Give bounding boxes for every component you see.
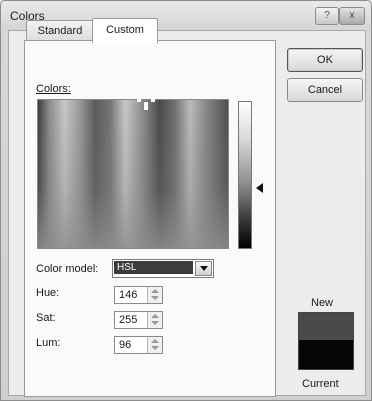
new-color-swatch [299, 313, 353, 340]
color-preview [298, 312, 354, 370]
spin-up-icon[interactable] [151, 289, 159, 293]
new-color-label: New [311, 297, 334, 309]
hue-value: 146 [119, 289, 138, 301]
sat-value: 255 [119, 314, 138, 326]
spin-up-icon[interactable] [151, 339, 159, 343]
hue-spinner[interactable] [147, 287, 162, 303]
color-model-value: HSL [114, 261, 193, 274]
lum-label: Lum: [36, 337, 61, 349]
lum-input[interactable]: 96 [114, 336, 163, 354]
hue-input[interactable]: 146 [114, 286, 163, 304]
spin-down-icon[interactable] [151, 296, 159, 300]
current-color-label: Current [302, 378, 339, 390]
colors-label-text: Colors: [36, 83, 71, 95]
sat-spinner[interactable] [147, 312, 162, 328]
spin-down-icon[interactable] [151, 346, 159, 350]
current-color-swatch [299, 340, 353, 369]
close-button[interactable]: x [339, 7, 365, 25]
tab-custom[interactable]: Custom [92, 18, 158, 43]
lum-spinner[interactable] [147, 337, 162, 353]
spin-up-icon[interactable] [151, 314, 159, 318]
tab-standard[interactable]: Standard [26, 20, 94, 41]
color-model-label: Color model: [36, 263, 99, 275]
help-button[interactable]: ? [315, 7, 339, 25]
ok-button[interactable]: OK [287, 48, 363, 72]
colors-label: Colors: [36, 83, 71, 95]
color-spectrum[interactable] [37, 99, 229, 249]
color-crosshair-icon[interactable] [137, 98, 155, 110]
cancel-button[interactable]: Cancel [287, 78, 363, 102]
sat-input[interactable]: 255 [114, 311, 163, 329]
spin-down-icon[interactable] [151, 321, 159, 325]
chevron-down-icon[interactable] [195, 261, 212, 276]
close-icon: x [349, 10, 355, 21]
lum-value: 96 [119, 339, 132, 351]
luminosity-slider-arrow-icon[interactable] [256, 183, 263, 194]
help-icon: ? [324, 10, 330, 21]
luminosity-bar[interactable] [238, 101, 252, 249]
color-model-select[interactable]: HSL [112, 259, 214, 278]
hue-label: Hue: [36, 287, 60, 299]
sat-label: Sat: [36, 312, 56, 324]
